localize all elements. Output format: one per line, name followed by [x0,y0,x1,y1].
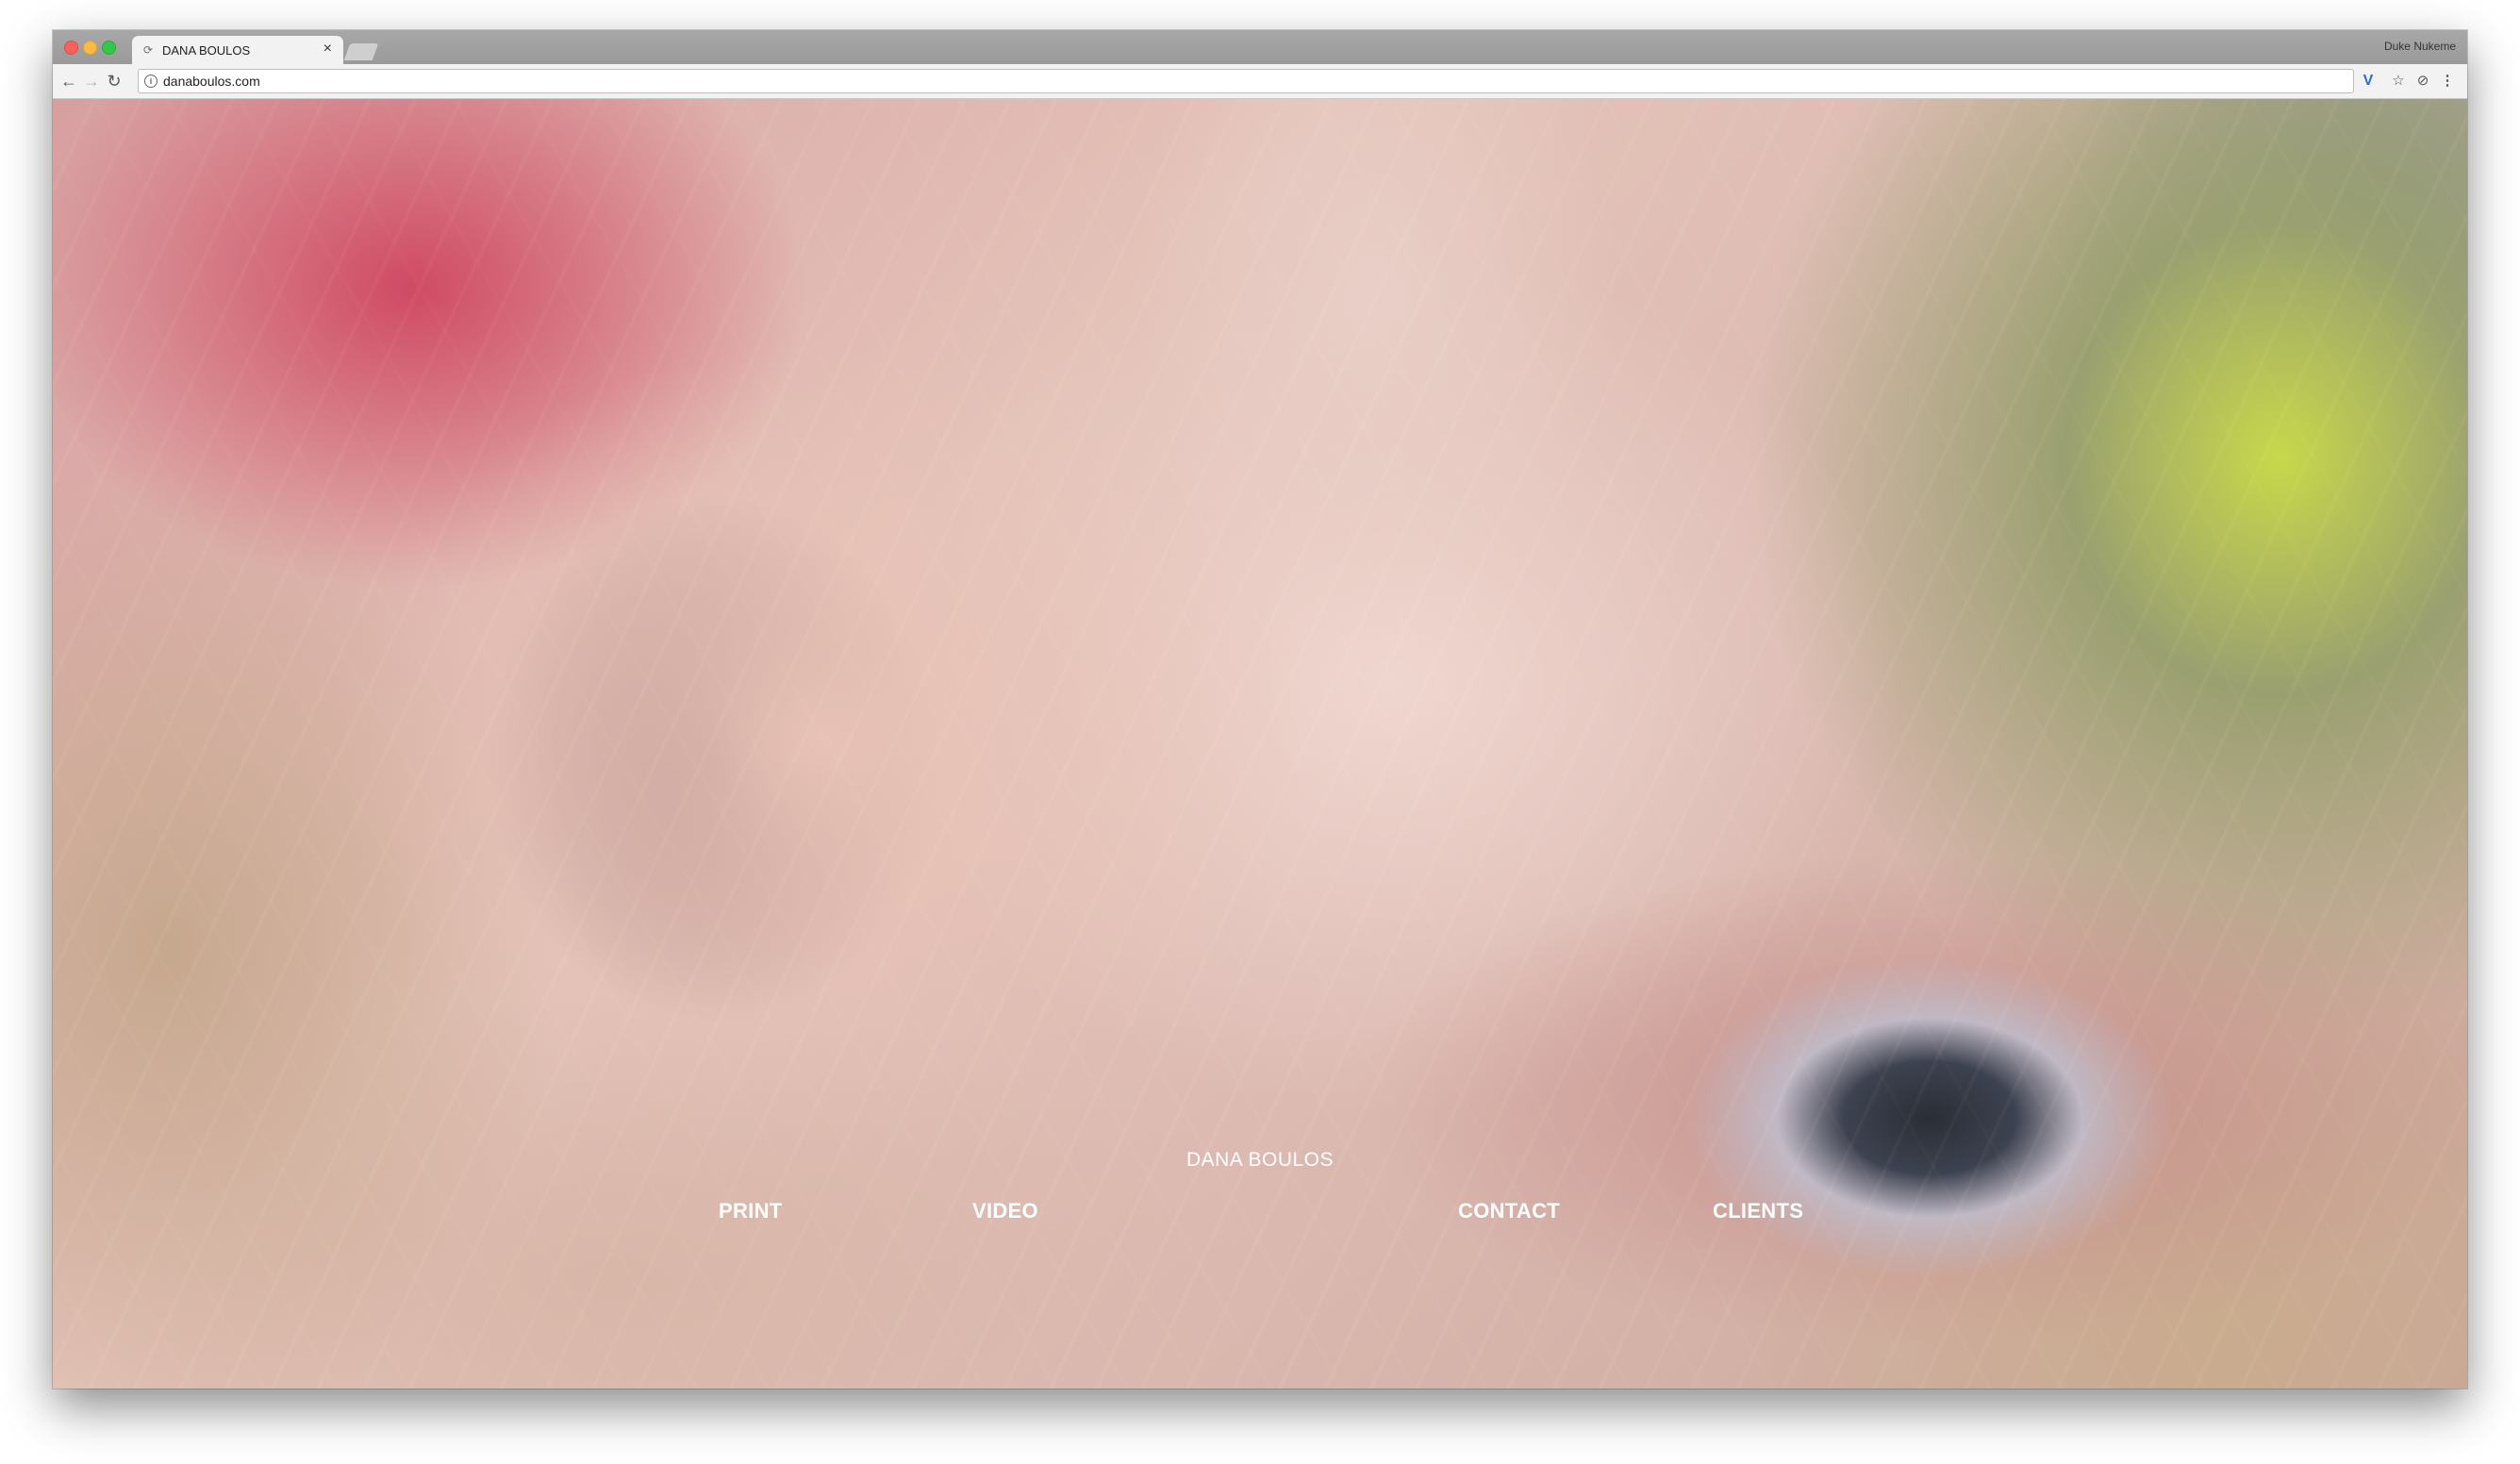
window-minimize-button[interactable] [83,41,97,55]
extension-icon[interactable]: ⊘ [2414,73,2431,90]
page-content: DANA BOULOS PRINT VIDEO CONTACT CLIENTS [53,99,2467,1389]
profile-name[interactable]: Duke Nukeme [2384,40,2456,53]
tab-close-icon[interactable]: × [323,42,332,57]
nav-link-print[interactable]: PRINT [719,1199,783,1223]
hero-image-texture [53,99,2467,1389]
nav-link-contact[interactable]: CONTACT [1458,1199,1560,1223]
url-text[interactable]: danaboulos.com [163,74,260,89]
window-close-button[interactable] [64,41,78,55]
menu-icon[interactable]: ⋮ [2439,73,2456,90]
nav-link-video[interactable]: VIDEO [972,1199,1038,1223]
address-bar[interactable]: i danaboulos.com [138,69,2354,93]
title-bar: ⟳ DANA BOULOS × Duke Nukeme [53,30,2467,64]
tab-title: DANA BOULOS [162,43,251,58]
info-icon[interactable]: i [144,75,158,88]
new-tab-button[interactable] [343,43,379,60]
browser-window: ⟳ DANA BOULOS × Duke Nukeme ← → ↻ i dana… [53,30,2467,1389]
browser-toolbar: ← → ↻ i danaboulos.com V ☆ ⊘ ⋮ [53,64,2467,99]
loading-icon: ⟳ [143,43,154,57]
nav-link-clients[interactable]: CLIENTS [1713,1199,1803,1223]
browser-tab[interactable]: ⟳ DANA BOULOS × [132,36,343,64]
star-icon[interactable]: ☆ [2390,73,2407,90]
reload-icon[interactable]: ↻ [104,71,124,92]
site-title[interactable]: DANA BOULOS [53,1149,2467,1172]
forward-arrow-icon[interactable]: → [81,71,102,92]
extension-v-icon[interactable]: V [2360,73,2377,90]
back-arrow-icon[interactable]: ← [58,71,79,92]
window-maximize-button[interactable] [102,41,116,55]
